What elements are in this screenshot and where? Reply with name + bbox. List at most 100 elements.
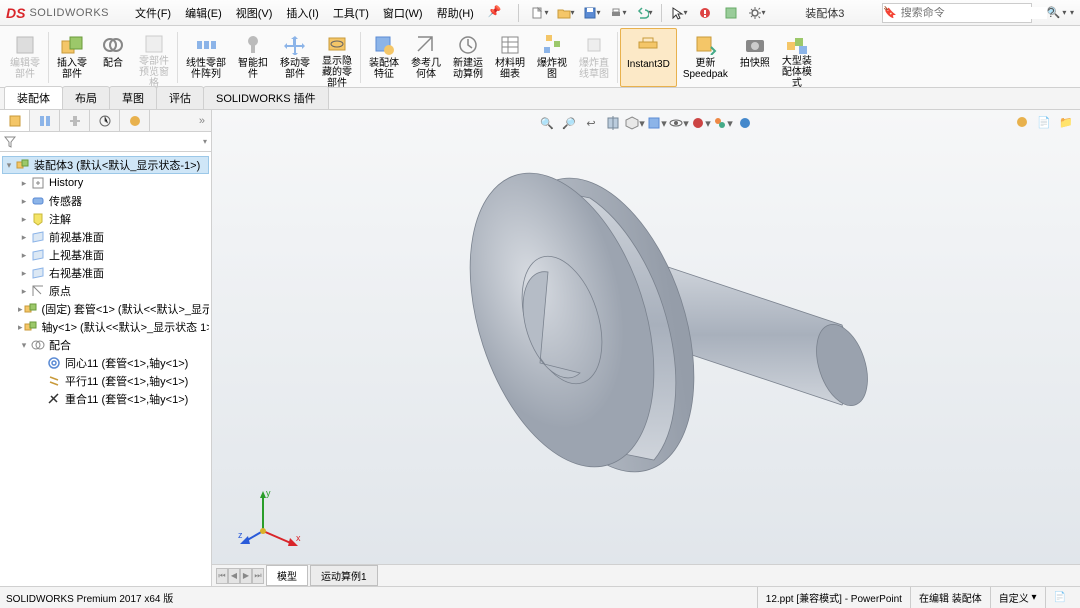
settings-button[interactable]: ▾ xyxy=(746,3,768,23)
tree-node-sensor[interactable]: ▸传感器 xyxy=(2,192,209,210)
tab-addins[interactable]: SOLIDWORKS 插件 xyxy=(203,86,329,109)
ribbon-smart-fastener[interactable]: 智能扣 件 xyxy=(232,28,274,87)
tab-assembly[interactable]: 装配体 xyxy=(4,86,63,109)
ribbon-insert-part[interactable]: 插入零 部件 xyxy=(51,28,93,87)
tree-node-origin[interactable]: ▸原点 xyxy=(2,282,209,300)
status-extra[interactable]: 📄 xyxy=(1045,587,1074,608)
status-ppt: 12.ppt [兼容模式] - PowerPoint xyxy=(757,587,910,608)
menu-pin-icon[interactable]: 📌 xyxy=(482,2,508,24)
tree-node-annotation[interactable]: ▸注解 xyxy=(2,210,209,228)
ribbon-snapshot[interactable]: 拍快照 xyxy=(734,28,776,87)
ribbon-motion-study[interactable]: 新建运 动算例 xyxy=(447,28,489,87)
tree-tab-dimxpert[interactable] xyxy=(90,110,120,131)
tree-node-plane[interactable]: ▸上视基准面 xyxy=(2,246,209,264)
ribbon-label: 零部件 预览窗 格 xyxy=(139,56,169,89)
new-button[interactable]: ▾ xyxy=(529,3,551,23)
options-button[interactable] xyxy=(720,3,742,23)
tree-root[interactable]: ▾ 装配体3 (默认<默认_显示状态-1>) xyxy=(2,156,209,174)
ribbon-reference-geom[interactable]: 参考几 何体 xyxy=(405,28,447,87)
document-title: 装配体3 xyxy=(795,5,854,21)
ribbon-explode-line: 爆炸直 线草图 xyxy=(573,28,615,87)
menu-insert[interactable]: 插入(I) xyxy=(280,2,324,24)
ribbon-show-hidden[interactable]: 显示隐 藏的零 部件 xyxy=(316,28,358,87)
sheet-tab-motion[interactable]: 运动算例1 xyxy=(310,565,378,586)
menu-help[interactable]: 帮助(H) xyxy=(431,2,480,24)
tree-tab-property[interactable] xyxy=(30,110,60,131)
ribbon-speedpak[interactable]: 更新 Speedpak xyxy=(677,28,734,87)
reference-geom-icon xyxy=(412,32,440,56)
save-button[interactable]: ▾ xyxy=(581,3,603,23)
menu-window[interactable]: 窗口(W) xyxy=(377,2,429,24)
tree-node-part[interactable]: ▸(固定) 套管<1> (默认<<默认>_显示... xyxy=(2,300,209,318)
tree-node-part[interactable]: ▸轴y<1> (默认<<默认>_显示状态 1>... xyxy=(2,318,209,336)
tree-node-mates[interactable]: ▾配合 xyxy=(2,336,209,354)
sheet-prev[interactable]: ◀ xyxy=(228,568,240,584)
search-input[interactable] xyxy=(897,7,1047,19)
tree-tab-more[interactable]: » xyxy=(150,110,211,131)
tree-node-parallel[interactable]: 平行11 (套管<1>,轴y<1>) xyxy=(2,372,209,390)
tp-design-lib-icon[interactable]: 📄 xyxy=(1034,112,1054,132)
status-version: SOLIDWORKS Premium 2017 x64 版 xyxy=(6,590,173,605)
part-icon xyxy=(23,301,39,317)
tree-tab-display[interactable] xyxy=(120,110,150,131)
ribbon-label: 移动零 部件 xyxy=(280,58,310,80)
ribbon-assembly-feature[interactable]: 装配体 特征 xyxy=(363,28,405,87)
rebuild-button[interactable] xyxy=(694,3,716,23)
ribbon: 编辑零 部件插入零 部件配合零部件 预览窗 格线性零部 件阵列智能扣 件移动零 … xyxy=(0,26,1080,88)
zoom-area-icon[interactable]: 🔎 xyxy=(559,113,579,133)
tree-node-history[interactable]: ▸History xyxy=(2,174,209,192)
tab-evaluate[interactable]: 评估 xyxy=(156,86,204,109)
tree-filter[interactable]: ▾ xyxy=(0,132,211,152)
ribbon-linear-pattern[interactable]: 线性零部 件阵列 xyxy=(180,28,232,87)
ribbon-bom[interactable]: 材料明 细表 xyxy=(489,28,531,87)
tree-node-coincident[interactable]: 重合11 (套管<1>,轴y<1>) xyxy=(2,390,209,408)
zoom-fit-icon[interactable]: 🔍 xyxy=(537,113,557,133)
prev-view-icon[interactable]: ↩ xyxy=(581,113,601,133)
search-box[interactable]: 🔖 🔍 ▾ xyxy=(882,3,1032,23)
tree-tab-config[interactable] xyxy=(60,110,90,131)
sheet-tab-model[interactable]: 模型 xyxy=(266,565,308,586)
menu-edit[interactable]: 编辑(E) xyxy=(179,2,228,24)
display-style-icon[interactable]: ▾ xyxy=(647,113,667,133)
select-button[interactable]: ▾ xyxy=(668,3,690,23)
tp-resources-icon[interactable] xyxy=(1012,112,1032,132)
tree-node-concentric[interactable]: 同心11 (套管<1>,轴y<1>) xyxy=(2,354,209,372)
undo-button[interactable]: ▾ xyxy=(633,3,655,23)
tab-layout[interactable]: 布局 xyxy=(62,86,110,109)
open-button[interactable]: ▾ xyxy=(555,3,577,23)
help-button[interactable]: ? xyxy=(1040,3,1062,23)
menu-view[interactable]: 视图(V) xyxy=(230,2,279,24)
sheet-first[interactable]: ⏮ xyxy=(216,568,228,584)
tree-tab-feature[interactable] xyxy=(0,110,30,131)
bom-icon xyxy=(496,32,524,56)
menu-tools[interactable]: 工具(T) xyxy=(327,2,375,24)
sheet-last[interactable]: ⏭ xyxy=(252,568,264,584)
appearance-icon[interactable]: ▾ xyxy=(713,113,733,133)
feature-tree[interactable]: ▾ 装配体3 (默认<默认_显示状态-1>) ▸History▸传感器▸注解▸前… xyxy=(0,152,211,586)
menu-file[interactable]: 文件(F) xyxy=(129,2,177,24)
scene-icon[interactable]: ▾ xyxy=(691,113,711,133)
hide-show-icon[interactable]: ▾ xyxy=(669,113,689,133)
tree-node-plane[interactable]: ▸前视基准面 xyxy=(2,228,209,246)
triad[interactable]: y x z xyxy=(238,486,308,556)
section-view-icon[interactable] xyxy=(603,113,623,133)
ribbon-move-component[interactable]: 移动零 部件 xyxy=(274,28,316,87)
render-icon[interactable] xyxy=(735,113,755,133)
tree-label: 配合 xyxy=(49,337,71,353)
ribbon-explode-view[interactable]: 爆炸视 图 xyxy=(531,28,573,87)
print-button[interactable]: ▾ xyxy=(607,3,629,23)
graphics-viewport[interactable]: 🔍 🔎 ↩ ▾ ▾ ▾ ▾ ▾ 📄 📁 xyxy=(212,110,1080,586)
tree-label: History xyxy=(49,177,83,189)
tp-explorer-icon[interactable]: 📁 xyxy=(1056,112,1076,132)
status-custom[interactable]: 自定义 ▾ xyxy=(990,587,1045,608)
ribbon-label: 插入零 部件 xyxy=(57,58,87,80)
view-orient-icon[interactable]: ▾ xyxy=(625,113,645,133)
tree-node-plane[interactable]: ▸右视基准面 xyxy=(2,264,209,282)
tab-sketch[interactable]: 草图 xyxy=(109,86,157,109)
ribbon-large-assembly[interactable]: 大型装 配体模 式 xyxy=(776,28,818,87)
ribbon-instant3d[interactable]: Instant3D xyxy=(620,28,677,87)
ribbon-mate[interactable]: 配合 xyxy=(93,28,133,87)
sheet-next[interactable]: ▶ xyxy=(240,568,252,584)
heads-up-toolbar: 🔍 🔎 ↩ ▾ ▾ ▾ ▾ ▾ xyxy=(537,112,755,134)
tree-label: 重合11 (套管<1>,轴y<1>) xyxy=(65,391,188,407)
